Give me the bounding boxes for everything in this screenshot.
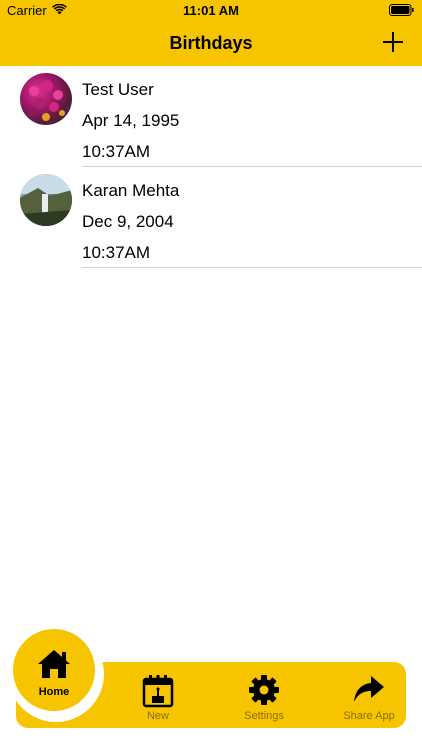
birthday-time: 10:37AM: [82, 142, 151, 161]
status-bar: Carrier 11:01 AM: [0, 0, 422, 22]
list-item[interactable]: Karan Mehta Dec 9, 2004 10:37AM: [0, 167, 422, 268]
add-birthday-button[interactable]: [382, 31, 404, 53]
calendar-cake-icon: [142, 675, 174, 708]
avatar: [20, 174, 72, 226]
birthday-name: Karan Mehta: [82, 181, 180, 200]
home-icon: [38, 650, 70, 678]
birthday-date: Dec 9, 2004: [82, 212, 174, 231]
share-arrow-icon: [354, 676, 384, 702]
tab-label: Home: [38, 686, 70, 698]
row-divider: [82, 267, 422, 268]
tab-share-app[interactable]: Share App: [324, 670, 414, 726]
tab-label: Share App: [343, 710, 395, 722]
birthday-name: Test User: [82, 80, 154, 99]
avatar: [20, 73, 72, 125]
birthday-date: Apr 14, 1995: [82, 111, 180, 130]
tab-settings[interactable]: Settings: [219, 670, 309, 726]
header-bar: Carrier 11:01 AM Birthdays: [0, 0, 422, 66]
birthday-time: 10:37AM: [82, 243, 151, 262]
birthday-list: Test User Apr 14, 1995 10:37AM Karan Meh…: [0, 66, 422, 268]
gear-icon: [249, 675, 279, 705]
tab-label: Settings: [244, 710, 284, 722]
status-time: 11:01 AM: [183, 3, 239, 18]
list-item[interactable]: Test User Apr 14, 1995 10:37AM: [0, 66, 422, 167]
tab-home[interactable]: Home: [13, 629, 95, 711]
battery-icon: [389, 4, 414, 16]
page-title: Birthdays: [169, 33, 253, 53]
tab-new[interactable]: New: [113, 670, 203, 726]
tab-label: New: [146, 710, 169, 722]
